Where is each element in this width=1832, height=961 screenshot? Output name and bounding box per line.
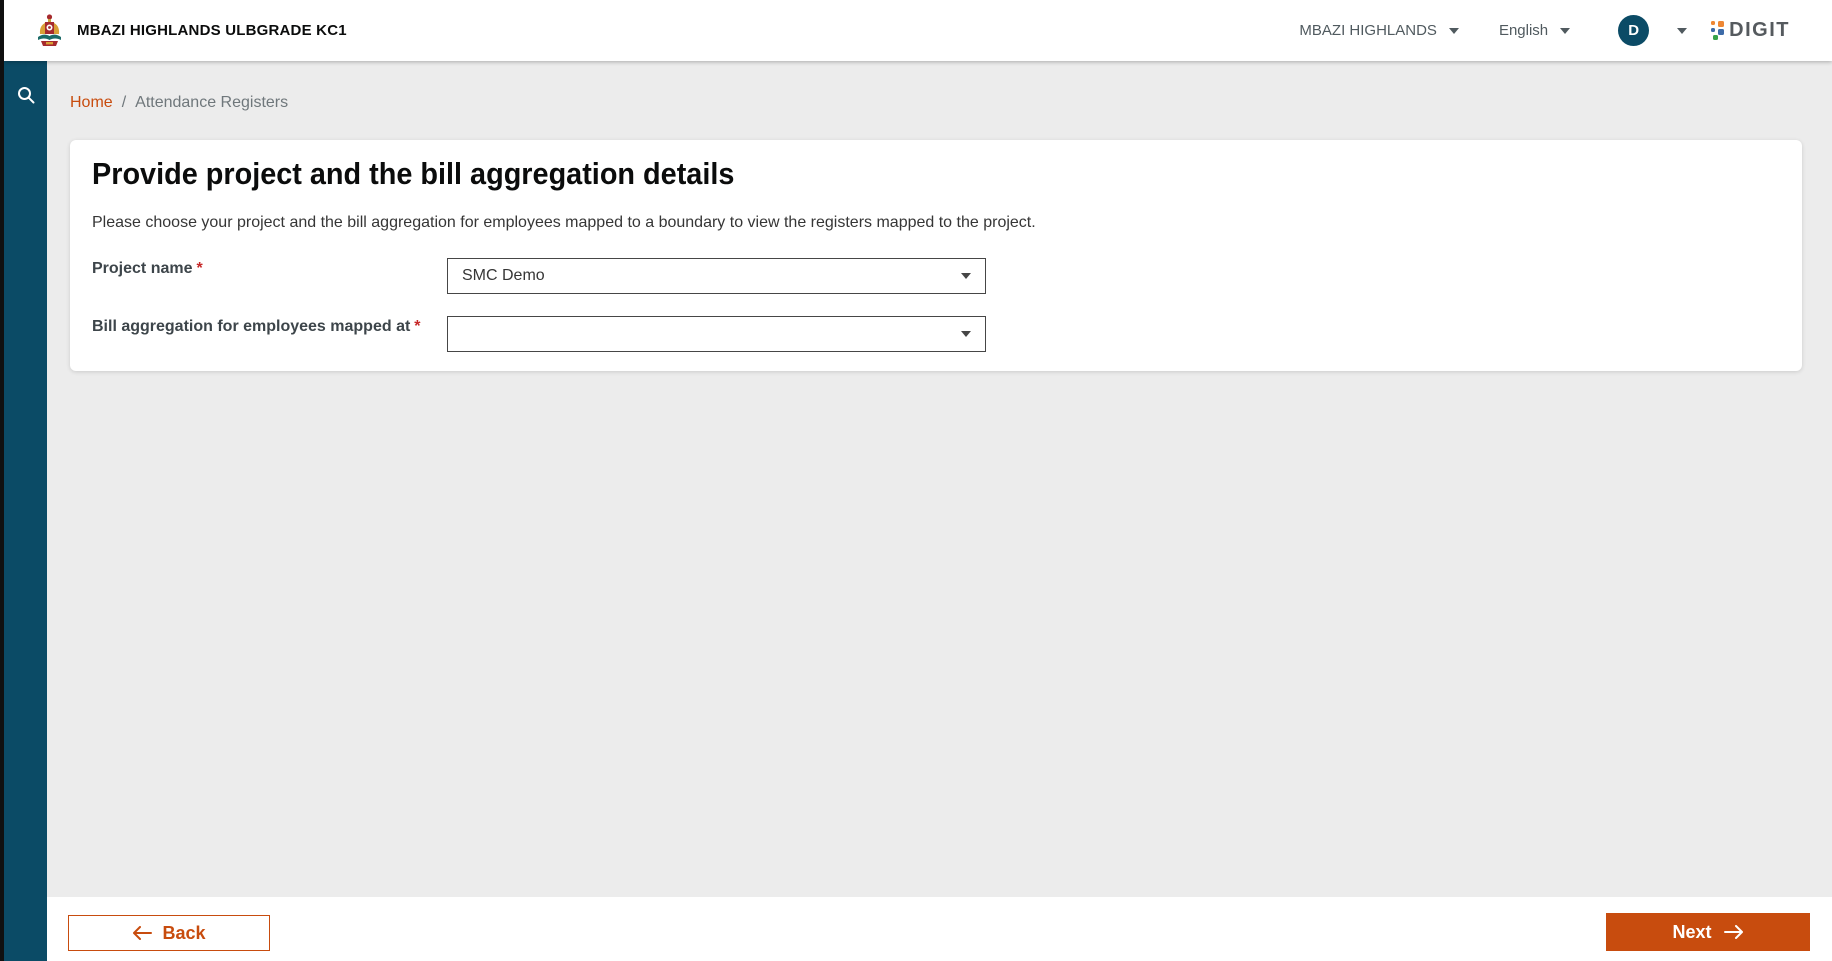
breadcrumb-home-link[interactable]: Home	[70, 94, 113, 112]
dropdown-caret-icon	[961, 273, 971, 279]
action-bar: Back Next	[47, 897, 1832, 961]
search-icon	[17, 87, 34, 104]
digit-logo: DIGIT	[1711, 19, 1790, 42]
required-marker: *	[196, 260, 203, 277]
header-right-group: MBAZI HIGHLANDS English D DIGIT	[1299, 15, 1790, 46]
city-selector-label: MBAZI HIGHLANDS	[1299, 22, 1437, 39]
project-name-label: Project name *	[92, 260, 203, 278]
bill-aggregation-label-text: Bill aggregation for employees mapped at	[92, 318, 411, 335]
project-name-label-text: Project name	[92, 260, 193, 277]
digit-logo-text: DIGIT	[1729, 19, 1790, 41]
user-menu[interactable]: D	[1618, 15, 1688, 46]
avatar[interactable]: D	[1618, 15, 1650, 46]
digit-dots-icon	[1711, 21, 1725, 40]
required-marker: *	[414, 318, 421, 335]
chevron-down-icon	[1560, 27, 1571, 34]
header-left-group: MBAZI HIGHLANDS ULBGRADE KC1	[37, 13, 347, 49]
arrow-left-icon	[133, 926, 153, 940]
breadcrumb: Home / Attendance Registers	[70, 94, 288, 112]
main-content: Home / Attendance Registers Provide proj…	[47, 61, 1832, 897]
left-edge-strip	[0, 0, 4, 961]
language-selector-label: English	[1498, 22, 1549, 39]
breadcrumb-separator: /	[121, 94, 127, 111]
left-sidebar	[4, 61, 47, 961]
next-button[interactable]: Next	[1606, 913, 1810, 951]
project-name-dropdown[interactable]: SMC Demo	[447, 258, 986, 294]
dropdown-caret-icon	[961, 331, 971, 337]
top-header: MBAZI HIGHLANDS ULBGRADE KC1 MBAZI HIGHL…	[4, 0, 1832, 61]
chevron-down-icon	[1677, 27, 1688, 34]
language-selector[interactable]: English	[1498, 22, 1571, 39]
back-button-label: Back	[162, 922, 206, 943]
city-selector[interactable]: MBAZI HIGHLANDS	[1299, 22, 1459, 39]
back-button[interactable]: Back	[68, 915, 270, 951]
breadcrumb-current: Attendance Registers	[135, 94, 289, 111]
app-title: MBAZI HIGHLANDS ULBGRADE KC1	[77, 22, 347, 39]
sidebar-search-button[interactable]	[4, 73, 47, 117]
state-emblem-logo	[38, 13, 61, 46]
next-button-label: Next	[1672, 921, 1712, 942]
bill-aggregation-label: Bill aggregation for employees mapped at…	[92, 318, 421, 336]
arrow-right-icon	[1723, 925, 1743, 939]
page-title: Provide project and the bill aggregation…	[92, 156, 735, 191]
page-description: Please choose your project and the bill …	[92, 214, 1036, 231]
form-card: Provide project and the bill aggregation…	[70, 140, 1802, 371]
chevron-down-icon	[1448, 27, 1459, 34]
project-name-dropdown-value: SMC Demo	[462, 267, 545, 284]
bill-aggregation-dropdown[interactable]	[447, 316, 986, 352]
